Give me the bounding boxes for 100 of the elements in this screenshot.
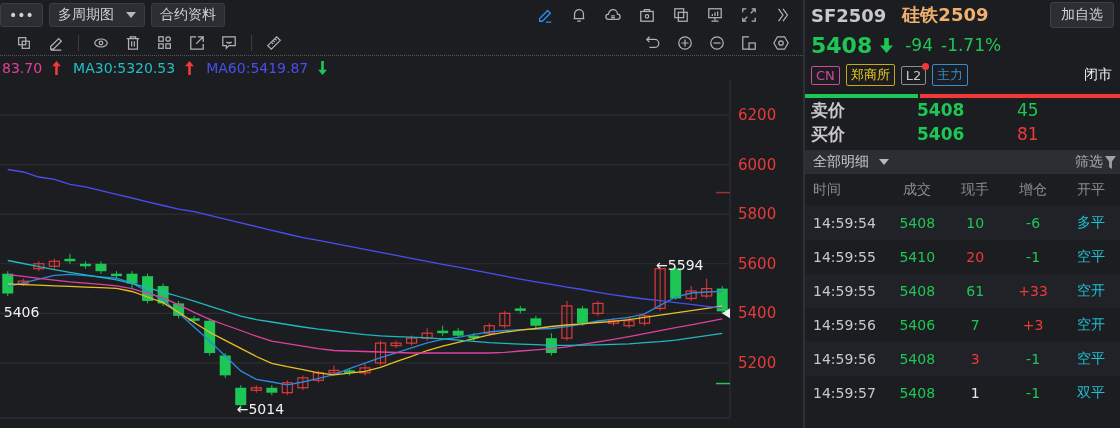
upper-limit-mark: [716, 191, 730, 194]
bell-icon[interactable]: [571, 7, 587, 23]
contract-info-button[interactable]: 合约资料: [150, 3, 225, 27]
cloud-icon[interactable]: [605, 7, 621, 23]
candlestick: [545, 332, 557, 356]
price-axis-label: 6200: [738, 105, 777, 124]
book-price: 5408: [917, 100, 966, 120]
table-cell-text: 14:59:57: [812, 385, 877, 401]
monitor-icon[interactable]: [707, 7, 723, 23]
candlestick: [499, 310, 511, 329]
grid-icon[interactable]: [157, 34, 173, 51]
book-volume: 81: [1017, 124, 1039, 144]
column-header: 增仓: [1018, 181, 1049, 199]
column-header: 现手: [960, 181, 991, 199]
pencil-icon[interactable]: [537, 7, 553, 23]
current-price-marker: [722, 308, 730, 319]
candlestick: [142, 273, 154, 304]
details-dropdown[interactable]: 全部明细: [813, 153, 889, 171]
table-cell-text: 14:59:55: [812, 283, 877, 299]
moving-average-value: MA30:5320.53: [73, 60, 176, 76]
candlestick: [111, 270, 122, 280]
table-cell-text: +3: [1021, 317, 1045, 333]
add-watchlist-button[interactable]: 加自选: [1050, 2, 1114, 28]
external-link-icon[interactable]: [189, 34, 205, 51]
candlestick: [374, 340, 387, 366]
settings-icon[interactable]: [773, 34, 789, 51]
comment-icon[interactable]: [221, 34, 237, 51]
period-dropdown[interactable]: 多周期图: [48, 3, 145, 27]
candlestick: [79, 260, 91, 270]
candlestick: [250, 384, 262, 394]
more-button[interactable]: •••: [0, 3, 43, 27]
table-cell-text: 5406: [898, 317, 937, 333]
candlestick: [281, 379, 293, 396]
camera-icon[interactable]: [639, 7, 655, 23]
candlestick: [188, 315, 200, 324]
candlestick: [219, 352, 231, 379]
column-header: 成交: [902, 181, 933, 199]
candlestick: [468, 332, 480, 342]
moving-average-value: 83.70: [2, 60, 43, 76]
undo-icon[interactable]: [645, 34, 661, 51]
trash-icon[interactable]: [125, 34, 141, 51]
table-cell-text: +33: [1017, 283, 1049, 299]
book-price: 5406: [917, 124, 966, 144]
ruler-icon[interactable]: [266, 34, 282, 51]
copy-icon[interactable]: [673, 7, 689, 23]
candlestick: [204, 317, 216, 356]
table-cell-text: 空平: [1076, 350, 1106, 368]
candlestick: [95, 260, 107, 275]
filter-button[interactable]: 筛选: [1075, 153, 1103, 171]
candlestick: [266, 384, 278, 396]
double-chevron-icon[interactable]: [775, 7, 791, 23]
tag: 郑商所: [845, 64, 895, 86]
candlestick: [48, 258, 60, 270]
contract-name: 硅铁2509: [902, 3, 989, 27]
candlestick: [685, 285, 697, 302]
candlestick: [623, 315, 635, 329]
book-label: 买价: [811, 122, 846, 146]
candlestick: [701, 278, 713, 299]
candlestick: [406, 335, 418, 347]
funnel-icon[interactable]: [1105, 155, 1116, 169]
price-axis-label: 5600: [738, 254, 777, 273]
table-cell-text: 空平: [1076, 248, 1106, 266]
candlestick: [33, 260, 45, 272]
moving-average-value: MA60:5419.87: [206, 60, 309, 76]
candlestick: [17, 278, 29, 287]
table-cell-text: 61: [965, 283, 986, 299]
zoom-in-icon[interactable]: [677, 34, 693, 51]
percent-change: -1.71%: [941, 35, 1002, 55]
table-cell-text: 多平: [1076, 214, 1106, 232]
fullscreen-icon[interactable]: [741, 7, 757, 23]
candlestick: [607, 317, 620, 327]
table-cell-text: 5408: [898, 351, 937, 367]
zoom-out-icon[interactable]: [709, 34, 725, 51]
table-cell-text: 14:59:56: [812, 317, 877, 333]
candlestick: [592, 300, 604, 317]
layers-icon[interactable]: [16, 34, 32, 51]
table-cell-text: 3: [969, 351, 981, 367]
candlestick: [328, 364, 340, 376]
candlestick: [390, 340, 402, 349]
candlestick: [561, 300, 573, 342]
book-volume: 45: [1017, 100, 1039, 120]
last-price: 5408: [811, 32, 873, 58]
table-cell-text: 空开: [1076, 316, 1106, 334]
book-label: 卖价: [811, 98, 846, 122]
column-header: 时间: [812, 181, 842, 199]
contract-code: SF2509: [811, 4, 887, 26]
table-cell-text: 5408: [898, 215, 937, 231]
candlestick: [421, 327, 433, 342]
table-cell-text: 5410: [898, 249, 937, 265]
candlestick: [638, 312, 651, 327]
table-cell-text: -1: [1025, 249, 1042, 265]
candlestick: [359, 362, 371, 376]
market-status: 闭市: [1084, 66, 1112, 84]
resize-icon[interactable]: [741, 34, 757, 51]
table-cell-text: 1: [969, 385, 981, 401]
candlestick: [576, 305, 588, 327]
table-cell-text: -1: [1025, 351, 1042, 367]
price-change: -94: [905, 35, 933, 55]
candlestick: [297, 374, 309, 391]
table-cell-text: 5408: [898, 385, 937, 401]
